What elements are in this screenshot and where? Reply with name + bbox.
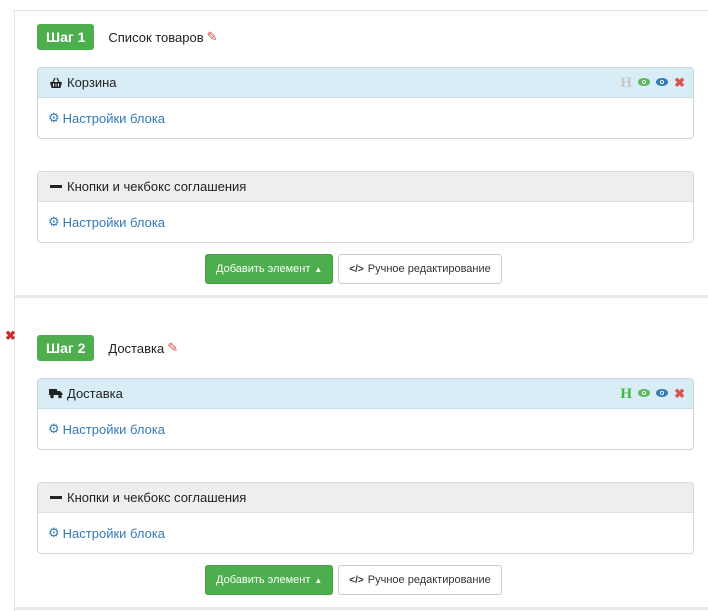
manual-edit-label: Ручное редактирование [367,574,491,586]
manual-edit-button[interactable]: </> Ручное редактирование [338,565,502,595]
block-panel-basket: Корзина H ✖ ⚙ Настройки блока [37,67,694,139]
panel-body: ⚙ Настройки блока [38,409,693,449]
add-element-label: Добавить элемент [216,574,311,586]
panel-title: Корзина [67,75,117,90]
step-actions: Добавить элемент ▲ </> Ручное редактиров… [205,254,502,284]
block-panel-delivery: Доставка H ✖ ⚙ Настройки блока [37,378,694,450]
step-header: Шаг 2 Доставка ✎ [37,335,178,361]
step-actions: Добавить элемент ▲ </> Ручное редактиров… [205,565,502,595]
gear-icon: ⚙ [48,214,60,229]
eye-icon-green[interactable] [638,77,651,89]
truck-icon [48,388,64,399]
settings-label: Настройки блока [62,525,166,541]
panel-header: Доставка H ✖ [38,379,693,409]
panel-actions: H ✖ [620,68,685,98]
block-settings-link[interactable]: ⚙ Настройки блока [48,110,165,126]
settings-label: Настройки блока [62,214,166,230]
panel-body: ⚙ Настройки блока [38,202,693,242]
block-settings-link[interactable]: ⚙ Настройки блока [48,214,165,230]
panel-title: Доставка [67,386,123,401]
settings-label: Настройки блока [62,421,166,437]
delete-icon[interactable]: ✖ [674,75,685,91]
eye-icon-green[interactable] [638,388,651,400]
settings-label: Настройки блока [62,110,166,126]
add-element-button[interactable]: Добавить элемент ▲ [205,254,334,284]
eye-icon-blue[interactable] [656,77,669,89]
eye-icon-blue[interactable] [656,388,669,400]
gear-icon: ⚙ [48,110,60,125]
panel-header: Корзина H ✖ [38,68,693,98]
step-title: Список товаров [108,29,204,45]
step-title: Доставка [108,340,165,356]
panel-header: Кнопки и чекбокс соглашения [38,483,693,513]
delete-icon[interactable]: ✖ [674,386,685,402]
block-settings-link[interactable]: ⚙ Настройки блока [48,525,165,541]
step-header: Шаг 1 Список товаров ✎ [37,24,218,50]
block-settings-link[interactable]: ⚙ Настройки блока [48,421,165,437]
remove-step-icon[interactable]: ✖ [5,328,16,344]
gear-icon: ⚙ [48,525,60,540]
step-badge: Шаг 1 [37,24,95,50]
minus-icon [48,495,64,500]
manual-edit-button[interactable]: </> Ручное редактирование [338,254,502,284]
block-panel-buttons: Кнопки и чекбокс соглашения ⚙ Настройки … [37,482,694,554]
steps-frame: Шаг 1 Список товаров ✎ Корзина H ✖ ⚙ Нас… [5,10,708,611]
pencil-icon[interactable]: ✎ [167,340,178,356]
panel-actions: H ✖ [620,379,685,409]
minus-icon [48,184,64,189]
basket-icon [48,77,64,89]
heading-toggle-icon[interactable]: H [620,386,632,403]
code-icon: </> [349,574,364,586]
panel-title: Кнопки и чекбокс соглашения [67,490,247,505]
pencil-icon[interactable]: ✎ [207,29,218,45]
step-separator [15,295,708,298]
heading-toggle-icon[interactable]: H [620,75,632,92]
manual-edit-label: Ручное редактирование [367,263,491,275]
block-panel-buttons: Кнопки и чекбокс соглашения ⚙ Настройки … [37,171,694,243]
code-icon: </> [349,263,364,275]
panel-title: Кнопки и чекбокс соглашения [67,179,247,194]
panel-body: ⚙ Настройки блока [38,513,693,553]
add-element-button[interactable]: Добавить элемент ▲ [205,565,334,595]
caret-up-icon: ▲ [314,575,323,585]
panel-header: Кнопки и чекбокс соглашения [38,172,693,202]
step-separator [15,607,708,610]
gear-icon: ⚙ [48,421,60,436]
add-element-label: Добавить элемент [216,263,311,275]
step-badge: Шаг 2 [37,335,95,361]
caret-up-icon: ▲ [314,264,323,274]
panel-body: ⚙ Настройки блока [38,98,693,138]
